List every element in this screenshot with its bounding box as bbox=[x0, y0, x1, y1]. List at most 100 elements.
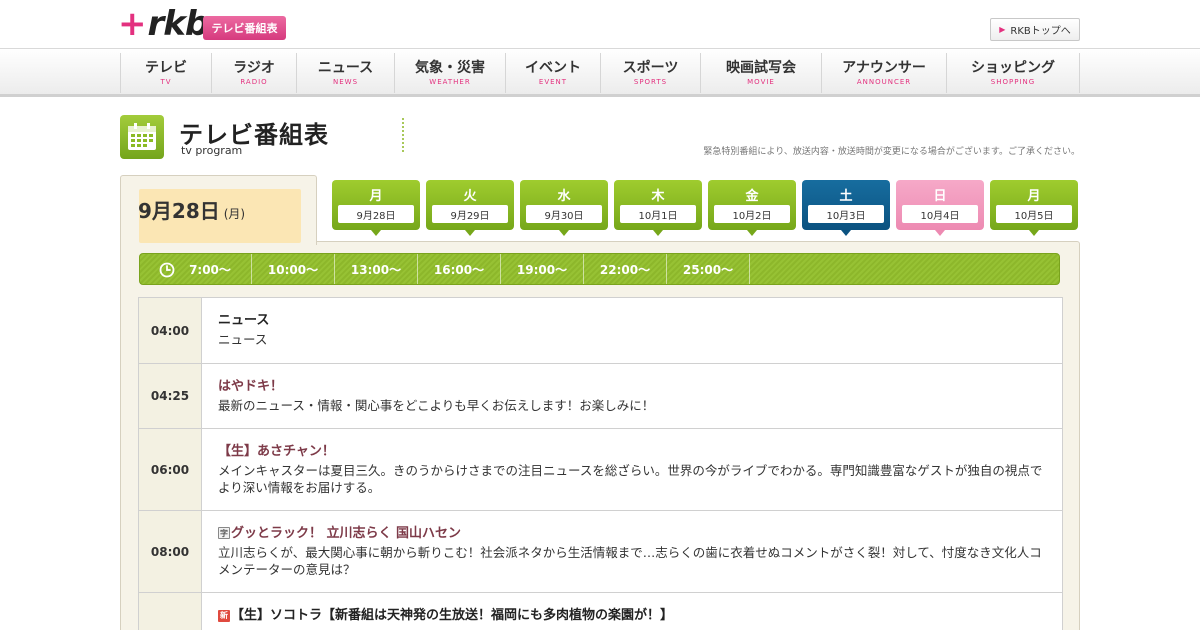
program-list: 04:00 ニュース ニュース 04:25 はやドキ！ 最新のニュース・情報・関… bbox=[138, 297, 1063, 630]
page: + rkb テレビ番組表 ▶ RKBトップへ テレビ TV ラジオ RADIO … bbox=[0, 0, 1200, 630]
time-link-1900[interactable]: 19:00～ bbox=[501, 254, 584, 284]
program-body: 新【生】ソコトラ【新番組は天神発の生放送！福岡にも多肉植物の楽園が！】 bbox=[218, 607, 1048, 625]
time-link-0700[interactable]: 7:00～ bbox=[169, 254, 252, 284]
program-body: 【生】あさチャン！ メインキャスターは夏目三久。きのうからけさまでの注目ニュース… bbox=[218, 443, 1048, 496]
nav-item-movie[interactable]: 映画試写会 MOVIE bbox=[700, 53, 821, 93]
program-description: 立川志らくが、最大関心事に朝から斬りこむ！社会派ネタから生活情報まで…志らくの歯… bbox=[218, 545, 1042, 577]
nav-item-sublabel: ANNOUNCER bbox=[856, 77, 912, 86]
nav-item-sublabel: WEATHER bbox=[429, 77, 471, 86]
day-tab-date: 10月1日 bbox=[620, 205, 696, 223]
day-tab-thu-1001[interactable]: 木 10月1日 bbox=[614, 180, 702, 236]
page-subtitle: tv program bbox=[181, 144, 243, 157]
program-title-text: ニュース bbox=[218, 313, 270, 328]
time-link-1000[interactable]: 10:00～ bbox=[252, 254, 335, 284]
program-row: 新【生】ソコトラ【新番組は天神発の生放送！福岡にも多肉植物の楽園が！】 bbox=[139, 593, 1062, 630]
day-tab-date: 9月29日 bbox=[432, 205, 508, 223]
current-date-value: 9月28日 bbox=[138, 199, 220, 223]
nav-item-label: アナウンサー bbox=[842, 59, 926, 76]
day-tab-date: 10月5日 bbox=[996, 205, 1072, 223]
program-title[interactable]: 新【生】ソコトラ【新番組は天神発の生放送！福岡にも多肉植物の楽園が！】 bbox=[218, 607, 1048, 625]
day-tab-fri-1002[interactable]: 金 10月2日 bbox=[708, 180, 796, 236]
day-tab-date: 10月4日 bbox=[902, 205, 978, 223]
program-title[interactable]: 【生】あさチャン！ bbox=[218, 443, 1048, 461]
program-body: はやドキ！ 最新のニュース・情報・関心事をどこよりも早くお伝えします！お楽しみに… bbox=[218, 378, 1048, 414]
current-date-weekday: (月) bbox=[223, 207, 246, 221]
program-description: 最新のニュース・情報・関心事をどこよりも早くお伝えします！お楽しみに！ bbox=[218, 398, 655, 413]
nav-item-tv[interactable]: テレビ TV bbox=[120, 53, 211, 93]
program-time: 04:00 bbox=[139, 298, 202, 363]
program-time bbox=[139, 593, 202, 630]
nav-item-event[interactable]: イベント EVENT bbox=[505, 53, 600, 93]
day-tab-weekday: 月 bbox=[369, 189, 383, 204]
time-jump-bar: 7:00～ 10:00～ 13:00～ 16:00～ 19:00～ 22:00～… bbox=[139, 253, 1060, 285]
nav-item-news[interactable]: ニュース NEWS bbox=[296, 53, 394, 93]
day-tab-date: 10月3日 bbox=[808, 205, 884, 223]
global-nav-items: テレビ TV ラジオ RADIO ニュース NEWS 気象・災害 WEATHER… bbox=[120, 53, 1080, 93]
time-link-1300[interactable]: 13:00～ bbox=[335, 254, 418, 284]
nav-item-shopping[interactable]: ショッピング SHOPPING bbox=[946, 53, 1080, 93]
nav-item-sublabel: MOVIE bbox=[747, 77, 775, 86]
time-link-2200[interactable]: 22:00～ bbox=[584, 254, 667, 284]
nav-item-sublabel: TV bbox=[160, 77, 172, 86]
program-title-text: 【生】ソコトラ【新番組は天神発の生放送！福岡にも多肉植物の楽園が！】 bbox=[231, 608, 674, 623]
subtitle-badge-icon: 字 bbox=[218, 527, 230, 539]
broadcast-notice: 緊急特別番組により、放送内容・放送時間が変更になる場合がございます。ご了承くださ… bbox=[703, 147, 1080, 157]
section-badge[interactable]: テレビ番組表 bbox=[203, 16, 286, 40]
nav-item-sports[interactable]: スポーツ SPORTS bbox=[600, 53, 700, 93]
nav-item-weather[interactable]: 気象・災害 WEATHER bbox=[394, 53, 505, 93]
new-program-badge-icon: 新 bbox=[218, 610, 230, 622]
rkb-logo[interactable]: + rkb bbox=[118, 4, 210, 44]
day-tab-wed-0930[interactable]: 水 9月30日 bbox=[520, 180, 608, 236]
day-tab-weekday: 火 bbox=[463, 189, 477, 204]
day-tab-date: 9月28日 bbox=[338, 205, 414, 223]
time-link-2500[interactable]: 25:00～ bbox=[667, 254, 750, 284]
program-title[interactable]: 字グッとラック！ 立川志らく 国山ハセン bbox=[218, 525, 1048, 543]
day-tab-weekday: 月 bbox=[1027, 189, 1041, 204]
day-tab-weekday: 土 bbox=[839, 189, 853, 204]
nav-item-label: テレビ bbox=[145, 59, 187, 76]
site-header: + rkb テレビ番組表 ▶ RKBトップへ bbox=[0, 0, 1200, 48]
nav-item-sublabel: SHOPPING bbox=[990, 77, 1036, 86]
program-title[interactable]: はやドキ！ bbox=[218, 378, 1048, 396]
nav-item-sublabel: NEWS bbox=[332, 77, 359, 86]
day-tab-mon-1005[interactable]: 月 10月5日 bbox=[990, 180, 1078, 236]
nav-item-sublabel: SPORTS bbox=[633, 77, 668, 86]
program-time: 08:00 bbox=[139, 511, 202, 592]
program-description: メインキャスターは夏目三久。きのうからけさまでの注目ニュースを総ざらい。世界の今… bbox=[218, 463, 1043, 495]
logo-plus-mark: + bbox=[118, 4, 147, 44]
program-body: 字グッとラック！ 立川志らく 国山ハセン 立川志らくが、最大関心事に朝から斬りこ… bbox=[218, 525, 1048, 578]
title-divider bbox=[402, 118, 404, 152]
day-tab-sat-1003[interactable]: 土 10月3日 bbox=[802, 180, 890, 236]
day-tab-date: 10月2日 bbox=[714, 205, 790, 223]
program-time: 06:00 bbox=[139, 429, 202, 510]
day-tab-weekday: 木 bbox=[651, 189, 665, 204]
nav-item-sublabel: EVENT bbox=[538, 77, 568, 86]
time-link-1600[interactable]: 16:00～ bbox=[418, 254, 501, 284]
program-row: 04:25 はやドキ！ 最新のニュース・情報・関心事をどこよりも早くお伝えします… bbox=[139, 364, 1062, 429]
global-nav: テレビ TV ラジオ RADIO ニュース NEWS 気象・災害 WEATHER… bbox=[0, 48, 1200, 97]
current-date-card: 9月28日 (月) bbox=[120, 175, 317, 245]
day-tab-weekday: 金 bbox=[745, 189, 759, 204]
day-tab-sun-1004[interactable]: 日 10月4日 bbox=[896, 180, 984, 236]
nav-item-label: ラジオ bbox=[233, 59, 275, 76]
day-tab-mon-0928[interactable]: 月 9月28日 bbox=[332, 180, 420, 236]
current-date: 9月28日 (月) bbox=[138, 195, 245, 224]
nav-item-label: ショッピング bbox=[971, 59, 1055, 76]
nav-item-label: 映画試写会 bbox=[726, 59, 796, 76]
nav-item-radio[interactable]: ラジオ RADIO bbox=[211, 53, 296, 93]
arrow-right-icon: ▶ bbox=[999, 25, 1006, 34]
day-tab-tue-0929[interactable]: 火 9月29日 bbox=[426, 180, 514, 236]
nav-item-announcer[interactable]: アナウンサー ANNOUNCER bbox=[821, 53, 946, 93]
program-title[interactable]: ニュース bbox=[218, 312, 1048, 330]
program-title-text: 【生】あさチャン！ bbox=[218, 444, 335, 459]
program-title-text: グッとラック！ 立川志らく 国山ハセン bbox=[231, 526, 462, 541]
program-description: ニュース bbox=[218, 332, 268, 347]
rkb-top-link[interactable]: ▶ RKBトップへ bbox=[990, 18, 1080, 41]
nav-item-label: イベント bbox=[525, 59, 581, 76]
nav-item-sublabel: RADIO bbox=[240, 77, 268, 86]
program-row: 06:00 【生】あさチャン！ メインキャスターは夏目三久。きのうからけさまでの… bbox=[139, 429, 1062, 511]
program-body: ニュース ニュース bbox=[218, 312, 1048, 348]
program-title-text: はやドキ！ bbox=[218, 379, 284, 394]
logo-wordmark: rkb bbox=[147, 4, 210, 44]
rkb-top-link-label: RKBトップへ bbox=[1010, 26, 1071, 37]
